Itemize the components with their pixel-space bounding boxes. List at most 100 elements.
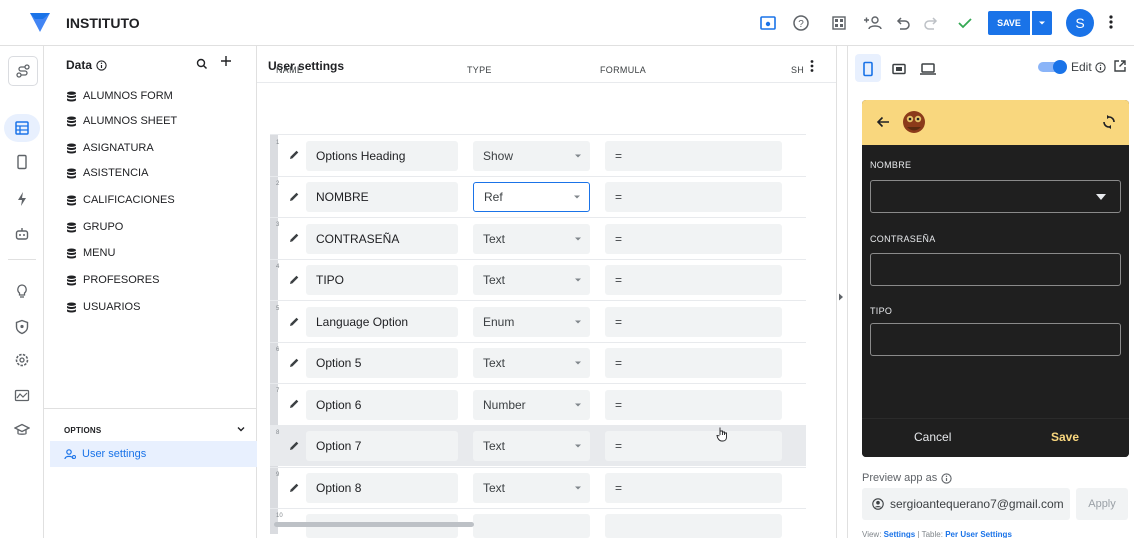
chevron-down-icon[interactable] xyxy=(236,424,246,434)
add-table-icon[interactable] xyxy=(220,55,232,67)
column-type-select[interactable]: Text xyxy=(473,348,590,378)
rail-settings-gear-icon[interactable] xyxy=(12,350,32,370)
rail-learn-school-icon[interactable] xyxy=(12,420,32,440)
search-icon[interactable] xyxy=(196,58,208,70)
sync-icon[interactable] xyxy=(1102,114,1116,130)
tipo-input[interactable] xyxy=(870,323,1121,356)
column-formula-field[interactable]: = xyxy=(605,182,782,212)
appsheet-logo-icon[interactable] xyxy=(28,10,52,34)
edit-pencil-icon[interactable] xyxy=(288,274,300,286)
column-type-select[interactable]: Enum xyxy=(473,307,590,337)
edit-pencil-icon[interactable] xyxy=(288,357,300,369)
rail-intelligence-lightbulb-icon[interactable] xyxy=(12,281,32,301)
edit-pencil-icon[interactable] xyxy=(288,149,300,161)
open-in-new-icon[interactable] xyxy=(1113,59,1127,73)
column-name-field[interactable]: TIPO xyxy=(306,265,458,295)
column-type-select[interactable]: Ref xyxy=(473,182,590,212)
desktop-device-icon[interactable] xyxy=(918,59,938,79)
column-formula-field[interactable]: = xyxy=(605,224,782,254)
contrasena-input[interactable] xyxy=(870,253,1121,286)
save-form-button[interactable]: Save xyxy=(1051,430,1079,444)
column-formula-field[interactable] xyxy=(605,514,782,538)
column-formula-field[interactable]: = xyxy=(605,348,782,378)
preview-icon[interactable] xyxy=(758,13,778,33)
apply-button[interactable]: Apply xyxy=(1076,488,1128,520)
column-type-select[interactable]: Text xyxy=(473,265,590,295)
table-item[interactable]: GRUPO xyxy=(66,219,123,235)
nombre-dropdown[interactable] xyxy=(870,180,1121,213)
table-item[interactable]: PROFESORES xyxy=(66,272,159,288)
column-formula-field[interactable]: = xyxy=(605,473,782,503)
column-formula-field[interactable]: = xyxy=(605,141,782,171)
rail-data-icon[interactable] xyxy=(12,118,32,138)
cancel-button[interactable]: Cancel xyxy=(914,430,951,444)
table-item[interactable]: CALIFICACIONES xyxy=(66,192,175,208)
row-number: 2 xyxy=(276,181,280,187)
database-icon xyxy=(67,168,76,178)
info-icon[interactable] xyxy=(1095,61,1106,73)
edit-pencil-icon[interactable] xyxy=(288,232,300,244)
share-add-user-icon[interactable] xyxy=(863,13,883,33)
column-name-field[interactable]: NOMBRE xyxy=(306,182,458,212)
preview-as-email-field[interactable]: sergioantequerano7@gmail.com xyxy=(862,488,1070,520)
column-name-field[interactable]: Option 7 xyxy=(306,431,458,461)
column-formula-field[interactable]: = xyxy=(605,390,782,420)
edit-pencil-icon[interactable] xyxy=(288,316,300,328)
rail-manage-monitor-icon[interactable] xyxy=(12,386,32,406)
horizontal-scrollbar[interactable] xyxy=(274,522,474,527)
table-item[interactable]: USUARIOS xyxy=(66,299,140,315)
info-icon[interactable] xyxy=(941,472,952,484)
redo-icon[interactable] xyxy=(921,13,941,33)
preview-collapse-handle[interactable] xyxy=(836,46,848,538)
footer-view-link[interactable]: Settings xyxy=(884,530,916,538)
help-icon[interactable]: ? xyxy=(791,13,811,33)
column-type-select[interactable]: Show xyxy=(473,141,590,171)
column-type-select[interactable] xyxy=(473,514,590,538)
undo-icon[interactable] xyxy=(893,13,913,33)
back-arrow-icon[interactable] xyxy=(876,115,890,129)
edit-pencil-icon[interactable] xyxy=(288,398,300,410)
column-formula-field[interactable]: = xyxy=(605,431,782,461)
column-type-select[interactable]: Number xyxy=(473,390,590,420)
rail-actions-bolt-icon[interactable] xyxy=(12,189,32,209)
footer-table-link[interactable]: Per User Settings xyxy=(945,530,1012,538)
save-button[interactable]: SAVE xyxy=(988,11,1030,35)
avatar[interactable]: S xyxy=(1066,9,1094,37)
table-item[interactable]: MENU xyxy=(66,245,115,261)
column-type-select[interactable]: Text xyxy=(473,431,590,461)
table-item[interactable]: ALUMNOS SHEET xyxy=(66,113,177,129)
column-name-field[interactable]: Option 5 xyxy=(306,348,458,378)
rail-automation-bot-icon[interactable] xyxy=(12,224,32,244)
rail-views-phone-icon[interactable] xyxy=(12,152,32,172)
column-name-field[interactable]: Language Option xyxy=(306,307,458,337)
app-title: INSTITUTO xyxy=(66,15,140,31)
table-item[interactable]: ALUMNOS FORM xyxy=(66,88,173,104)
rail-security-shield-icon[interactable] xyxy=(12,317,32,337)
expand-right-icon[interactable] xyxy=(838,293,844,301)
user-settings-nav-item[interactable]: User settings xyxy=(50,441,257,467)
edit-pencil-icon[interactable] xyxy=(288,191,300,203)
column-formula-field[interactable]: = xyxy=(605,307,782,337)
save-options-chevron-down-icon[interactable] xyxy=(1032,11,1052,35)
table-item[interactable]: ASIGNATURA xyxy=(66,140,154,156)
column-type-select[interactable]: Text xyxy=(473,473,590,503)
app-gallery-icon[interactable] xyxy=(829,13,849,33)
column-type-value: Show xyxy=(483,149,514,163)
phone-device-icon[interactable] xyxy=(858,59,878,79)
column-name-field[interactable]: Option 8 xyxy=(306,473,458,503)
column-name-field[interactable]: CONTRASEÑA xyxy=(306,224,458,254)
column-name-field[interactable]: Options Heading xyxy=(306,141,458,171)
row-number: 6 xyxy=(276,347,280,353)
more-vert-icon[interactable] xyxy=(809,58,815,74)
info-icon[interactable] xyxy=(96,59,107,71)
phone-footer: Cancel Save xyxy=(862,418,1129,457)
tablet-device-icon[interactable] xyxy=(889,59,909,79)
edit-pencil-icon[interactable] xyxy=(288,440,300,452)
column-formula-field[interactable]: = xyxy=(605,265,782,295)
column-name-field[interactable]: Option 6 xyxy=(306,390,458,420)
edit-pencil-icon[interactable] xyxy=(288,482,300,494)
column-type-select[interactable]: Text xyxy=(473,224,590,254)
table-item[interactable]: ASISTENCIA xyxy=(66,165,148,181)
edit-toggle-switch[interactable] xyxy=(1038,60,1068,74)
more-vert-icon[interactable] xyxy=(1108,13,1114,31)
